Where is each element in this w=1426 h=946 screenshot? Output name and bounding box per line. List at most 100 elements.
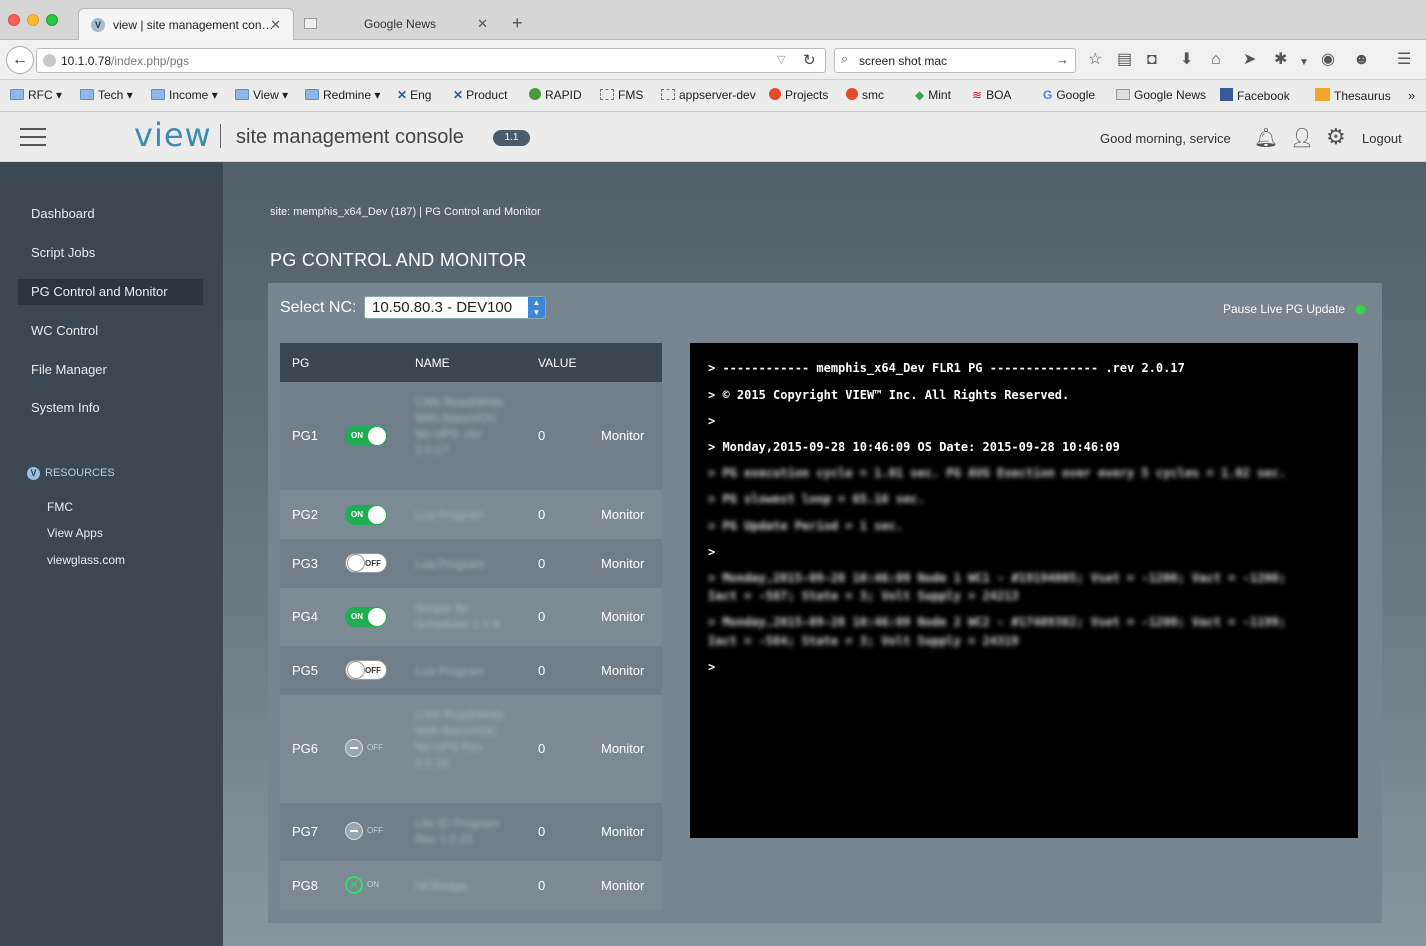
bookmark-income[interactable]: Income ▾ bbox=[151, 88, 218, 102]
view-favicon-icon: V bbox=[91, 18, 105, 32]
console-line: > PG execution cycle = 1.01 sec. PG AVG … bbox=[708, 466, 1286, 480]
monitor-link[interactable]: Monitor bbox=[601, 824, 644, 839]
pg1-toggle[interactable]: ON bbox=[345, 426, 387, 446]
chevron-down-icon[interactable]: ▼ bbox=[1299, 53, 1309, 73]
monitor-link[interactable]: Monitor bbox=[601, 609, 644, 624]
back-button[interactable]: ← bbox=[6, 46, 34, 74]
zoom-window-button[interactable] bbox=[46, 14, 58, 26]
monitor-link[interactable]: Monitor bbox=[601, 878, 644, 893]
bookmark-smc[interactable]: smc bbox=[846, 88, 884, 102]
url-text[interactable]: 10.1.0.78/index.php/pgs bbox=[61, 54, 189, 68]
bell-icon[interactable]: 🔔︎ bbox=[1254, 126, 1278, 150]
sidebar-item-system-info[interactable]: System Info bbox=[18, 395, 203, 421]
bookmark-fms[interactable]: FMS bbox=[600, 88, 643, 102]
bookmark-tech[interactable]: Tech ▾ bbox=[80, 88, 133, 102]
nc-select[interactable]: 10.50.80.3 - DEV100 ▲ ▼ bbox=[364, 296, 546, 319]
pocket-icon[interactable]: ◘ bbox=[1147, 50, 1157, 70]
sidebar-item-pg-control[interactable]: PG Control and Monitor bbox=[18, 279, 203, 305]
tab-close-icon[interactable]: ✕ bbox=[270, 9, 281, 41]
table-row: PG5 OFF Lua Program 0 Monitor bbox=[280, 646, 662, 695]
search-go-icon[interactable]: → bbox=[1056, 52, 1069, 67]
monitor-link[interactable]: Monitor bbox=[601, 741, 644, 756]
console-line: > PG slowest loop = 65.16 sec. bbox=[708, 492, 925, 506]
google-icon: G bbox=[1043, 88, 1053, 102]
home-icon[interactable]: ⌂ bbox=[1211, 50, 1221, 70]
breadcrumb: site: memphis_x64_Dev (187) | PG Control… bbox=[270, 206, 541, 218]
pg4-toggle[interactable]: ON bbox=[345, 607, 387, 627]
page-title: PG CONTROL AND MONITOR bbox=[270, 250, 527, 270]
sidebar-item-dashboard[interactable]: Dashboard bbox=[18, 201, 203, 227]
logout-link[interactable]: Logout bbox=[1362, 131, 1402, 146]
gear-icon[interactable]: ⚙ bbox=[1326, 124, 1346, 150]
monitor-link[interactable]: Monitor bbox=[601, 663, 644, 678]
pause-live-update-button[interactable]: Pause Live PG Update bbox=[1223, 302, 1345, 316]
chrome-icon bbox=[846, 88, 858, 100]
star-icon[interactable]: ☆ bbox=[1088, 50, 1102, 70]
bookmark-redmine[interactable]: Redmine ▾ bbox=[305, 88, 380, 102]
folder-icon bbox=[305, 89, 319, 100]
bookmark-boa[interactable]: ≋ BOA bbox=[972, 88, 1011, 102]
bookmark-mint[interactable]: ◆ Mint bbox=[915, 88, 951, 102]
new-tab-button[interactable]: + bbox=[512, 14, 523, 32]
pg6-toggle-disabled[interactable]: OFF bbox=[345, 739, 383, 757]
console-line: > Monday,2015-09-28 10:46:09 OS Date: 20… bbox=[708, 440, 1120, 454]
browser-nav-bar: ← 10.1.0.78/index.php/pgs ▽ ↻ ⌕ screen s… bbox=[0, 40, 1426, 80]
sync-icon[interactable]: ◉ bbox=[1321, 50, 1335, 70]
bookmark-rfc[interactable]: RFC ▾ bbox=[10, 88, 62, 102]
bookmark-facebook[interactable]: Facebook bbox=[1220, 88, 1290, 103]
pg3-toggle[interactable]: OFF bbox=[345, 553, 387, 573]
pg-label: PG8 bbox=[292, 878, 319, 893]
table-row: PG6 OFF CAN Read/Write With NanoVOC No U… bbox=[280, 695, 662, 803]
bookmark-eng[interactable]: ✕ Eng bbox=[397, 88, 431, 102]
bookmark-product[interactable]: ✕ Product bbox=[453, 88, 507, 102]
resource-link-fmc[interactable]: FMC bbox=[47, 500, 73, 514]
url-bar[interactable]: 10.1.0.78/index.php/pgs ▽ ↻ bbox=[36, 48, 826, 73]
tab-title: view | site management con… bbox=[113, 18, 274, 32]
pg5-toggle[interactable]: OFF bbox=[345, 660, 387, 680]
resource-link-viewglass[interactable]: viewglass.com bbox=[47, 553, 125, 567]
menu-icon[interactable]: ☰ bbox=[1397, 50, 1411, 70]
monitor-link[interactable]: Monitor bbox=[601, 507, 644, 522]
reload-icon[interactable]: ↻ bbox=[803, 51, 816, 69]
sidebar-item-wc-control[interactable]: WC Control bbox=[18, 318, 203, 344]
more-bookmarks-icon[interactable]: » bbox=[1408, 88, 1415, 103]
version-badge: 1.1 bbox=[493, 130, 530, 146]
resource-link-view-apps[interactable]: View Apps bbox=[47, 526, 103, 540]
pg-value: 0 bbox=[538, 428, 546, 443]
app-header: view site management console 1.1 Good mo… bbox=[0, 112, 1426, 162]
bookmark-google[interactable]: G Google bbox=[1043, 88, 1095, 102]
greeting-text: Good morning, service bbox=[1100, 131, 1231, 146]
news-icon bbox=[1116, 89, 1130, 100]
console-line: > Monday,2015-09-28 10:46:09 Node 1 WC1 … bbox=[708, 571, 1286, 585]
download-icon[interactable]: ⬇ bbox=[1180, 50, 1193, 70]
reading-list-icon[interactable]: ▤ bbox=[1117, 50, 1132, 70]
monitor-link[interactable]: Monitor bbox=[601, 428, 644, 443]
hamburger-menu-icon[interactable] bbox=[20, 128, 46, 146]
minimize-window-button[interactable] bbox=[27, 14, 39, 26]
tab-close-icon[interactable]: ✕ bbox=[477, 8, 488, 40]
tab-google-news[interactable]: Google News ✕ bbox=[300, 8, 500, 40]
bookmark-view[interactable]: View ▾ bbox=[235, 88, 288, 102]
search-input[interactable]: ⌕ screen shot mac → bbox=[834, 48, 1076, 73]
pg-label: PG5 bbox=[292, 663, 319, 678]
sidebar-item-file-manager[interactable]: File Manager bbox=[18, 357, 203, 383]
pg8-toggle-enabled[interactable]: ON bbox=[345, 876, 379, 894]
sidebar-item-script-jobs[interactable]: Script Jobs bbox=[18, 240, 203, 266]
pg2-toggle[interactable]: ON bbox=[345, 505, 387, 525]
nc-select-value: 10.50.80.3 - DEV100 bbox=[372, 299, 513, 316]
app-title: site management console bbox=[236, 126, 464, 148]
extension-icon[interactable]: ✱ bbox=[1274, 50, 1287, 70]
bookmark-thesaurus[interactable]: Thesaurus bbox=[1315, 88, 1391, 103]
send-icon[interactable]: ➤ bbox=[1243, 50, 1256, 70]
url-dropdown-icon[interactable]: ▽ bbox=[777, 53, 785, 66]
monitor-link[interactable]: Monitor bbox=[601, 556, 644, 571]
bookmark-appserver-dev[interactable]: appserver-dev bbox=[661, 88, 756, 102]
bookmark-projects[interactable]: Projects bbox=[769, 88, 828, 102]
bookmark-rapid[interactable]: RAPID bbox=[529, 88, 582, 102]
pg7-toggle-disabled[interactable]: OFF bbox=[345, 822, 383, 840]
emoji-icon[interactable]: ☻ bbox=[1353, 50, 1370, 70]
bookmark-google-news[interactable]: Google News bbox=[1116, 88, 1206, 102]
close-window-button[interactable] bbox=[8, 14, 20, 26]
user-icon[interactable]: 👤︎ bbox=[1290, 126, 1314, 150]
tab-view[interactable]: V view | site management con… ✕ bbox=[78, 8, 294, 40]
